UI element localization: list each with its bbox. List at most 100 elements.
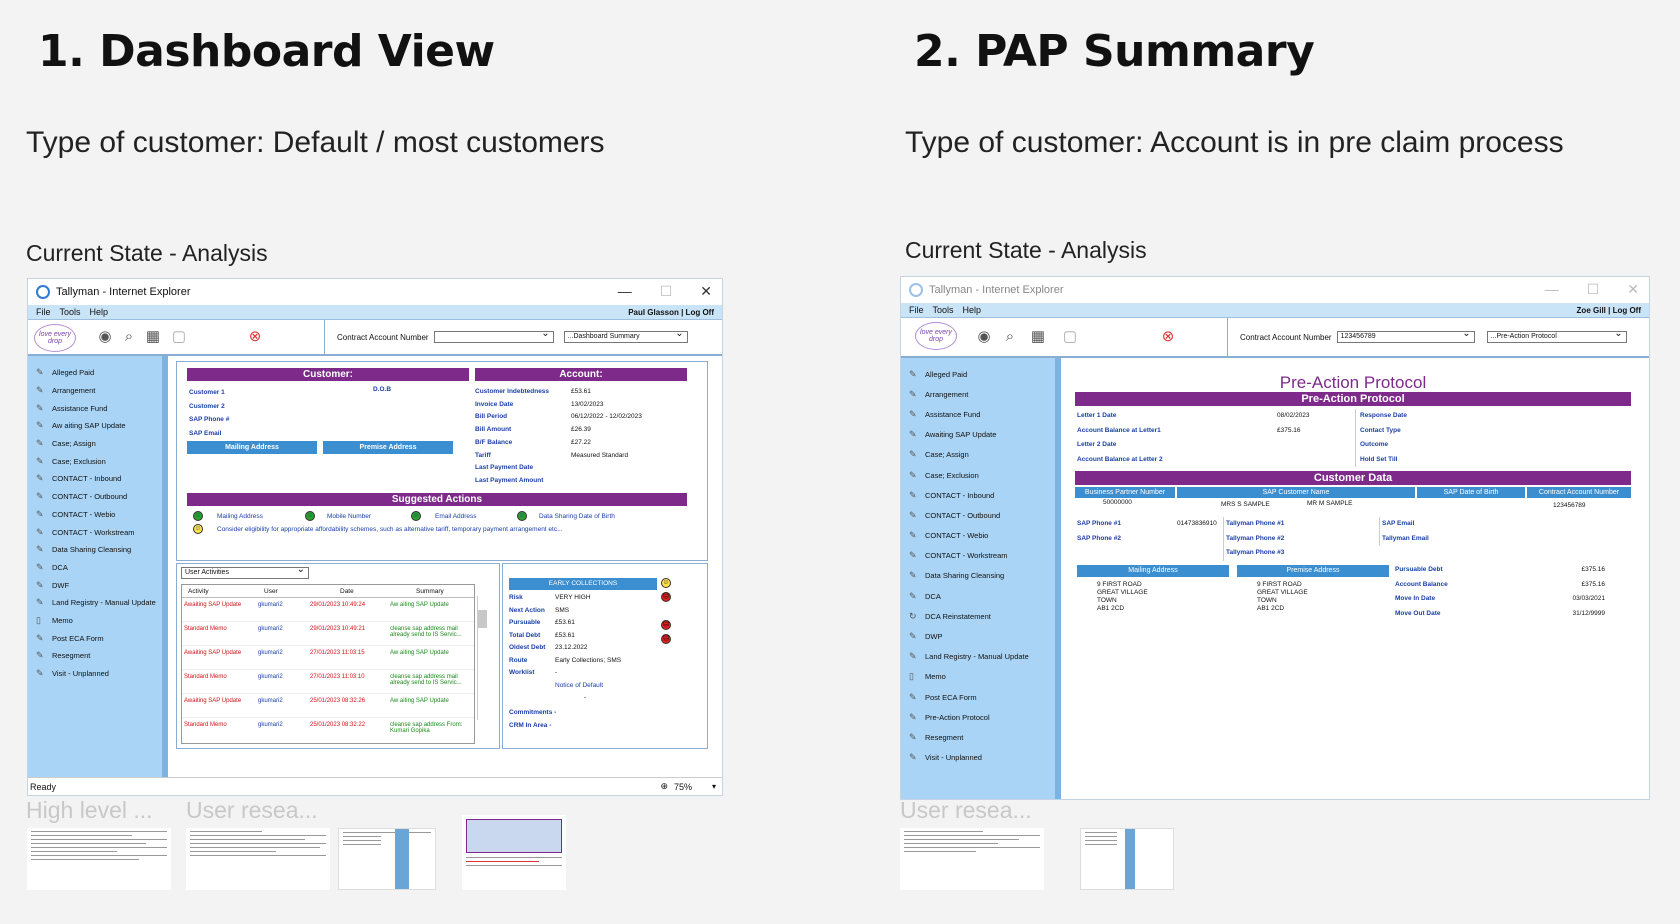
sidebar-item[interactable]: ▯ Memo (901, 667, 1055, 687)
sidebar-item[interactable]: ✎ Resegment (901, 727, 1055, 747)
sidebar-item[interactable]: ✎ Alleged Paid (28, 364, 162, 382)
table-row[interactable]: Awaiting SAP Update gkumari2 25/01/2023 08… (182, 694, 474, 718)
window-icon[interactable]: ▢ (1061, 328, 1079, 346)
user-activities-select[interactable]: User Activities (181, 565, 309, 579)
sidebar-item[interactable]: ✎ DWP (901, 626, 1055, 646)
suggested-action[interactable]: Data Sharing Date of Birth (539, 513, 615, 520)
record-icon[interactable]: ◉ (975, 328, 993, 346)
search-icon[interactable]: ⌕ (1001, 328, 1019, 346)
user-logoff[interactable]: Paul Glasson | Log Off (628, 308, 714, 317)
contract-account-select[interactable]: 123456789 (1336, 329, 1475, 343)
thumbnail-user-research[interactable] (900, 828, 1044, 890)
sidebar-item[interactable]: ✎ DWF (28, 576, 162, 594)
suggested-action[interactable]: Email Address (435, 513, 477, 520)
sidebar-item[interactable]: ✎ DCA (901, 586, 1055, 606)
status-bar: Ready ⊕ 75% ▾ (28, 777, 722, 795)
zoom-dropdown-icon[interactable]: ▾ (712, 782, 716, 791)
table-row[interactable]: Standard Memo gkumari2 29/01/2023 10:49:21… (182, 622, 474, 646)
sidebar-item[interactable]: ✎ Post ECA Form (28, 629, 162, 647)
cancel-icon[interactable]: ⊗ (1159, 328, 1177, 346)
thumbnail-high-level[interactable] (27, 828, 171, 890)
sidebar-item[interactable]: ✎ Resegment (28, 647, 162, 665)
zoom-icon[interactable]: ⊕ (660, 781, 668, 792)
view-select[interactable]: ...Pre-Action Protocol (1486, 329, 1627, 343)
account-field-label: Last Payment Date (475, 464, 534, 472)
close-icon[interactable]: ✕ (1627, 281, 1639, 298)
user-logoff[interactable]: Zoe Gill | Log Off (1577, 306, 1641, 315)
activities-scrollbar[interactable] (477, 596, 487, 720)
sidebar-item[interactable]: ✎ Assistance Fund (901, 404, 1055, 424)
menu-file[interactable]: File (909, 305, 924, 315)
sidebar-item[interactable]: ✎ Case; Assign (28, 435, 162, 453)
sidebar-item[interactable]: ✎ Case; Assign (901, 445, 1055, 465)
zoom-level[interactable]: 75% (674, 782, 692, 792)
search-icon[interactable]: ⌕ (120, 328, 138, 346)
sidebar-item[interactable]: ✎ Awaiting SAP Update (901, 425, 1055, 445)
sidebar-item[interactable]: ✎ CONTACT - Inbound (28, 470, 162, 488)
network-icon[interactable]: ▦ (144, 328, 162, 346)
maximize-icon[interactable]: ☐ (1587, 281, 1600, 298)
table-row[interactable]: Standard Memo gkumari2 25/01/2023 08:32:22… (182, 718, 474, 742)
sidebar-item[interactable]: ✎ CONTACT - Outbound (28, 488, 162, 506)
sidebar-item[interactable]: ✎ CONTACT - Workstream (28, 523, 162, 541)
sidebar-item[interactable]: ✎ Alleged Paid (901, 364, 1055, 384)
thumbnail-table[interactable] (1080, 828, 1174, 890)
mailing-address-button[interactable]: Mailing Address (1077, 565, 1229, 577)
contract-account-select[interactable] (433, 329, 554, 343)
cancel-icon[interactable]: ⊗ (246, 328, 264, 346)
sidebar-item[interactable]: ✎ CONTACT - Inbound (901, 485, 1055, 505)
sidebar-item[interactable]: ✎ Land Registry - Manual Update (901, 647, 1055, 667)
mailing-address-button[interactable]: Mailing Address (187, 441, 317, 454)
menu-help[interactable]: Help (963, 305, 982, 315)
sidebar-item[interactable]: ✎ CONTACT - Webio (28, 506, 162, 524)
record-icon[interactable]: ◉ (96, 328, 114, 346)
thumbnail-table[interactable] (338, 828, 436, 890)
sidebar-item[interactable]: ↻ DCA Reinstatement (901, 606, 1055, 626)
sidebar-item[interactable]: ✎ Case; Exclusion (901, 465, 1055, 485)
menu-bar: File Tools Help Paul Glasson | Log Off (28, 305, 722, 320)
sidebar-item-label: CONTACT - Outbound (52, 492, 128, 502)
table-row[interactable]: Standard Memo gkumari2 27/01/2023 11:03:10… (182, 670, 474, 694)
pen-icon: ✎ (36, 668, 44, 679)
minimize-icon[interactable]: — (1545, 281, 1559, 298)
menu-help[interactable]: Help (90, 307, 109, 317)
sidebar-item[interactable]: ✎ CONTACT - Webio (901, 526, 1055, 546)
sidebar-item[interactable]: ✎ Assistance Fund (28, 399, 162, 417)
sidebar-item[interactable]: ▯ Memo (28, 612, 162, 630)
sidebar-item[interactable]: ✎ Post ECA Form (901, 687, 1055, 707)
thumbnail-screenshot[interactable] (462, 815, 566, 890)
maximize-icon[interactable]: ☐ (660, 283, 673, 300)
network-icon[interactable]: ▦ (1029, 328, 1047, 346)
thumbnail-user-research[interactable] (186, 828, 330, 890)
premise-address-button[interactable]: Premise Address (1237, 565, 1389, 577)
sidebar-item[interactable]: ✎ Aw aiting SAP Update (28, 417, 162, 435)
table-row[interactable]: Awaiting SAP Update gkumari2 29/01/2023 10… (182, 598, 474, 622)
pen-icon: ✎ (36, 367, 44, 378)
sidebar-item[interactable]: ✎ Visit - Unplanned (901, 748, 1055, 768)
sidebar-item[interactable]: ✎ CONTACT - Workstream (901, 546, 1055, 566)
sidebar-item[interactable]: ✎ CONTACT - Outbound (901, 505, 1055, 525)
menu-tools[interactable]: Tools (60, 307, 81, 317)
sidebar-item[interactable]: ✎ DCA (28, 559, 162, 577)
sidebar-item[interactable]: ✎ Pre-Action Protocol (901, 707, 1055, 727)
menu-tools[interactable]: Tools (933, 305, 954, 315)
menu-file[interactable]: File (36, 307, 51, 317)
pen-icon: ✎ (36, 650, 44, 661)
sidebar-item[interactable]: ✎ Data Sharing Cleansing (28, 541, 162, 559)
close-icon[interactable]: ✕ (700, 283, 712, 300)
table-row[interactable]: Awaiting SAP Update gkumari2 27/01/2023 11… (182, 646, 474, 670)
sidebar-item[interactable]: ✎ Visit - Unplanned (28, 665, 162, 683)
sidebar-item[interactable]: ✎ Arrangement (901, 384, 1055, 404)
sidebar-item[interactable]: ✎ Land Registry - Manual Update (28, 594, 162, 612)
view-select[interactable]: ...Dashboard Summary (563, 329, 688, 343)
minimize-icon[interactable]: — (618, 283, 632, 300)
collection-value[interactable]: Notice of Default (555, 680, 603, 693)
sidebar-item[interactable]: ✎ Case; Exclusion (28, 452, 162, 470)
window-icon[interactable]: ▢ (170, 328, 188, 346)
premise-address-button[interactable]: Premise Address (323, 441, 453, 454)
collection-label: Pursuable (509, 619, 541, 626)
sidebar-item[interactable]: ✎ Arrangement (28, 382, 162, 400)
sidebar-item[interactable]: ✎ Data Sharing Cleansing (901, 566, 1055, 586)
suggested-action[interactable]: Mobile Number (327, 513, 371, 520)
suggested-action[interactable]: Mailing Address (217, 513, 263, 520)
